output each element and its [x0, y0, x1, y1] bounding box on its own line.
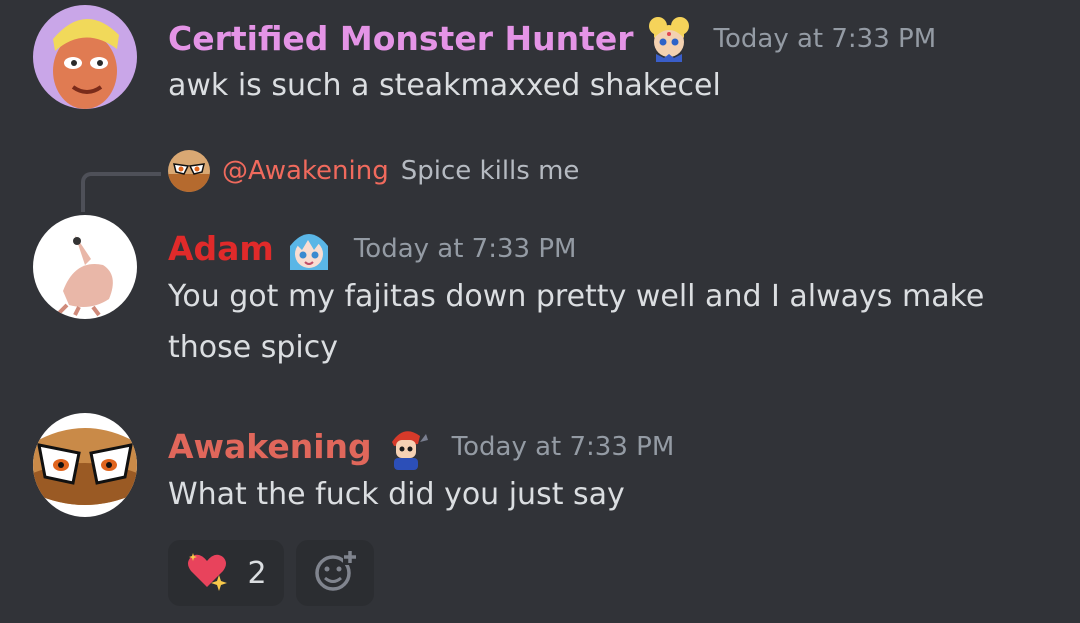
message-content: You got my fajitas down pretty well and …	[168, 271, 984, 373]
add-reaction-button[interactable]	[296, 540, 374, 606]
message-header: Awakening Today at 7:33 PM	[168, 422, 674, 472]
username[interactable]: Awakening	[168, 427, 372, 467]
reply-connector	[81, 172, 161, 212]
reaction-count: 2	[247, 555, 267, 591]
message-header: Certified Monster Hunter Today at 7:33 P…	[168, 14, 936, 64]
reaction-sparkling-heart[interactable]: 2	[168, 540, 284, 606]
message-line: You got my fajitas down pretty well and …	[168, 279, 985, 314]
pixel-character-emoji-icon	[382, 422, 432, 472]
timestamp: Today at 7:33 PM	[451, 432, 675, 462]
sparkling-heart-icon	[185, 551, 229, 595]
message-content: awk is such a steakmaxxed shakecel	[168, 60, 721, 111]
avatar-certified-monster-hunter[interactable]	[33, 5, 137, 109]
avatar-adam[interactable]	[33, 215, 137, 319]
avatar-awakening[interactable]	[33, 413, 137, 517]
reply-mention[interactable]: @Awakening	[222, 156, 389, 186]
reply-text[interactable]: Spice kills me	[401, 156, 580, 186]
reactions-row: 2	[168, 540, 374, 606]
message-line: What the fuck did you just say	[168, 477, 625, 512]
message-line: those spicy	[168, 330, 339, 365]
anime-girl-emoji-icon	[284, 224, 334, 274]
reply-avatar	[168, 150, 210, 192]
timestamp: Today at 7:33 PM	[353, 234, 577, 264]
message-header: Adam Today at 7:33 PM	[168, 224, 576, 274]
chat-window: Certified Monster Hunter Today at 7:33 P…	[0, 0, 1080, 623]
message-content: What the fuck did you just say	[168, 469, 625, 520]
message-line: awk is such a steakmaxxed shakecel	[168, 68, 721, 103]
timestamp: Today at 7:33 PM	[713, 24, 937, 54]
username[interactable]: Adam	[168, 229, 274, 269]
sailor-moon-emoji-icon	[644, 14, 694, 64]
add-reaction-icon	[313, 549, 357, 597]
username[interactable]: Certified Monster Hunter	[168, 19, 634, 59]
reply-reference[interactable]: @Awakening Spice kills me	[168, 150, 579, 192]
